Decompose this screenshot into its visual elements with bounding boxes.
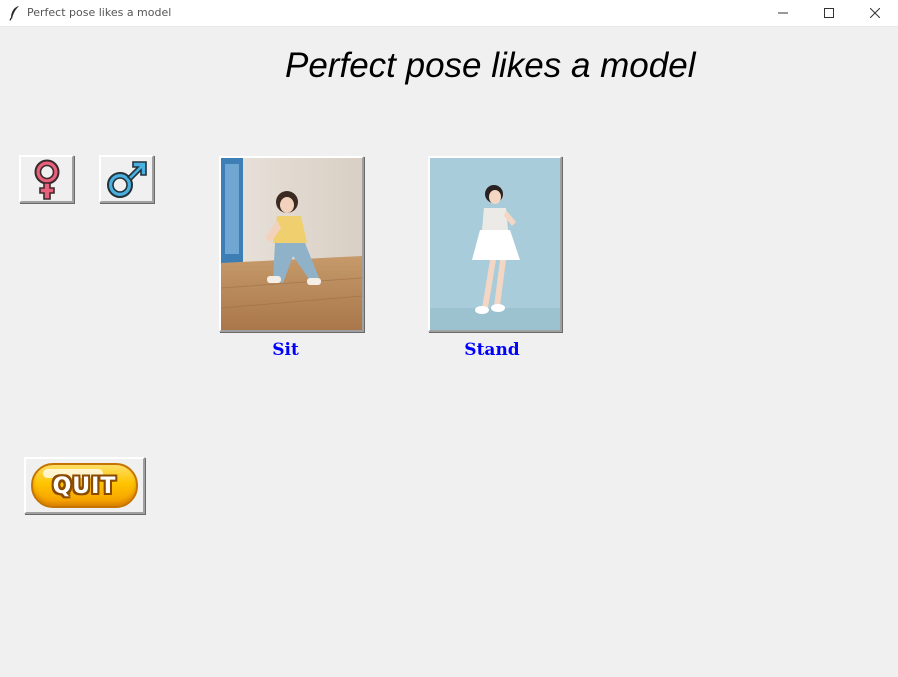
sit-label: Sit [272,340,299,360]
page-title: Perfect pose likes a model [285,46,696,85]
maximize-button[interactable] [806,0,852,26]
minimize-button[interactable] [760,0,806,26]
window-titlebar: Perfect pose likes a model [0,0,898,27]
sit-pose-button[interactable] [219,156,364,332]
feather-icon [9,6,19,21]
stand-label: Stand [464,340,520,360]
female-symbol-icon [34,159,59,200]
quit-button[interactable]: QUIT [24,457,145,514]
quit-graphic: QUIT [31,463,138,508]
standing-model-photo [430,158,560,330]
male-symbol-icon [106,161,147,198]
male-button[interactable] [99,155,154,203]
close-icon [870,8,880,18]
close-button[interactable] [852,0,898,26]
maximize-icon [824,8,834,18]
sitting-model-photo [221,158,362,330]
stand-pose-button[interactable] [428,156,562,332]
quit-label: QUIT [52,474,117,499]
minimize-icon [778,12,788,14]
female-button[interactable] [19,155,74,203]
window-title: Perfect pose likes a model [27,6,172,19]
